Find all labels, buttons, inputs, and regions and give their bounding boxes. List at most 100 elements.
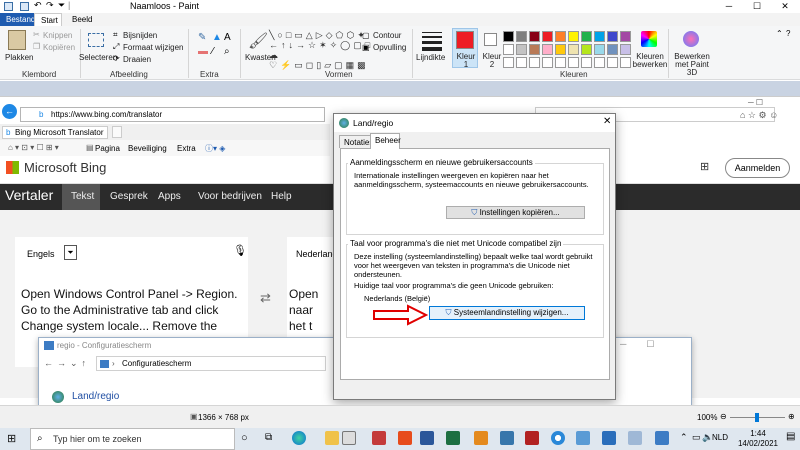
color2-swatch[interactable] — [484, 33, 497, 46]
text-tool-icon[interactable]: A — [224, 32, 231, 43]
store-icon[interactable] — [342, 431, 356, 445]
clock-time[interactable]: 1:44 — [745, 429, 771, 438]
palette-swatch-empty[interactable] — [503, 57, 514, 68]
ie-tab[interactable]: b Bing Microsoft Translator — [2, 126, 108, 139]
source-lang-dropdown[interactable]: ⏷ — [64, 245, 77, 260]
palette-swatch[interactable] — [568, 44, 579, 55]
outline-dropdown[interactable]: Contour — [373, 31, 401, 40]
new-tab-icon[interactable] — [112, 126, 122, 138]
cp-window-controls[interactable]: ─☐ — [620, 339, 674, 350]
swap-languages-icon[interactable]: ⇄ — [260, 290, 271, 306]
windows-start-icon[interactable]: ⊞ — [7, 432, 16, 445]
change-locale-button[interactable]: ⛉ Systeemlandinstelling wijzigen... — [429, 306, 585, 320]
ie-home-star-gear-icons[interactable]: ⌂ ☆ ⚙ ☺ — [740, 110, 778, 121]
cp-breadcrumb[interactable]: Configuratiescherm — [122, 359, 191, 368]
select-icon[interactable] — [88, 33, 104, 47]
rotate-icon[interactable]: ⟳ — [113, 54, 120, 63]
login-button[interactable]: Aanmelden — [725, 158, 790, 178]
palette-swatch[interactable] — [542, 31, 553, 42]
cp-item-land-regio[interactable]: Land/regio — [72, 391, 119, 402]
cut-button[interactable]: Knippen — [43, 31, 72, 40]
tab-beeld[interactable]: Beeld — [66, 13, 96, 26]
palette-swatch[interactable] — [529, 44, 540, 55]
fill-shape-icon[interactable]: ▣ — [362, 43, 370, 52]
crop-icon[interactable]: ⌗ — [113, 30, 118, 40]
office-icon[interactable] — [398, 431, 412, 445]
ie-window-controls[interactable]: ─ ☐ — [748, 98, 763, 107]
palette-swatch-empty[interactable] — [581, 57, 592, 68]
menu-pagina[interactable]: Pagina — [95, 144, 120, 153]
palette-swatch[interactable] — [542, 44, 553, 55]
nav-apps[interactable]: Apps — [158, 191, 181, 202]
excel-icon[interactable] — [446, 431, 460, 445]
ie-mode-icon[interactable]: ⊞ — [700, 160, 709, 173]
paint-taskbar-icon[interactable] — [628, 431, 642, 445]
close-button[interactable]: ✕ — [772, 0, 798, 13]
resize-button[interactable]: Formaat wijzigen — [123, 43, 183, 52]
file-explorer-icon[interactable] — [325, 431, 339, 445]
chrome-icon[interactable] — [551, 431, 565, 445]
palette-swatch[interactable] — [607, 31, 618, 42]
palette-swatch[interactable] — [594, 44, 605, 55]
address-bar[interactable]: b https://www.bing.com/translator — [20, 107, 325, 122]
tray-chevron-icon[interactable]: ⌃ — [680, 432, 688, 443]
quick-access-dropdown-icon[interactable]: ⏷ — [58, 0, 65, 11]
nav-help[interactable]: Help — [271, 191, 292, 202]
notification-icon[interactable]: ▤ — [786, 431, 795, 442]
pencil-icon[interactable]: ✎ — [198, 32, 206, 43]
edit-colors-icon[interactable] — [641, 31, 657, 47]
help-ie-icon[interactable]: ⓘ▾ ◈ — [205, 143, 225, 154]
palette-swatch-empty[interactable] — [516, 57, 527, 68]
zoom-in-button[interactable]: ⊕ — [788, 412, 795, 421]
palette-swatch[interactable] — [503, 31, 514, 42]
task-view-icon[interactable]: ⧉ — [265, 432, 272, 443]
line-width-icon[interactable] — [422, 32, 442, 51]
palette-swatch[interactable] — [516, 44, 527, 55]
palette-swatch-empty[interactable] — [555, 57, 566, 68]
app-icon-orange[interactable] — [474, 431, 488, 445]
app-icon-blue[interactable] — [500, 431, 514, 445]
word-icon[interactable] — [420, 431, 434, 445]
color-picker-icon[interactable]: ⁄ — [212, 46, 214, 57]
taskbar-search-box[interactable]: ⌕ Typ hier om te zoeken — [30, 428, 235, 450]
fill-dropdown[interactable]: Opvulling — [373, 43, 406, 52]
clock-date[interactable]: 14/02/2021 — [733, 439, 783, 448]
mic-icon[interactable]: 🎙 — [233, 244, 247, 257]
line-width-button[interactable]: Lijndikte — [416, 53, 445, 62]
nav-gesprek[interactable]: Gesprek — [110, 191, 148, 202]
bing-logo-text[interactable]: Microsoft Bing — [24, 160, 106, 175]
undo-icon[interactable]: ↶ — [34, 0, 42, 11]
home-icon[interactable]: ⌂ ▾ ⊡ ▾ ☐ ⊞ ▾ — [8, 143, 59, 152]
zoom-slider-thumb[interactable] — [755, 413, 759, 422]
cut-icon[interactable]: ✂ — [33, 30, 40, 39]
app-icon-red[interactable] — [372, 431, 386, 445]
minimize-button[interactable]: ─ — [716, 0, 742, 13]
edit-colors-button[interactable]: Kleuren bewerken — [630, 53, 670, 69]
dialog-close-button[interactable]: ✕ — [603, 116, 611, 127]
palette-swatch-empty[interactable] — [594, 57, 605, 68]
app-icon-light-blue[interactable] — [576, 431, 590, 445]
palette-swatch[interactable] — [581, 31, 592, 42]
paint3d-button[interactable]: Bewerken met Paint 3D — [670, 53, 714, 77]
palette-swatch[interactable] — [503, 44, 514, 55]
palette-swatch-empty[interactable] — [542, 57, 553, 68]
palette-swatch[interactable] — [529, 31, 540, 42]
palette-swatch[interactable] — [555, 31, 566, 42]
help-icon[interactable]: ? — [786, 29, 790, 38]
color1-swatch[interactable] — [456, 31, 474, 49]
ribbon-collapse-icon[interactable]: ⌃ — [776, 29, 783, 38]
language-indicator[interactable]: NLD — [712, 433, 728, 442]
palette-swatch[interactable] — [568, 31, 579, 42]
color-palette[interactable] — [503, 31, 635, 68]
network-icon[interactable]: ▭ — [692, 432, 701, 443]
paint3d-icon[interactable] — [683, 31, 699, 47]
nav-tekst[interactable]: Tekst — [71, 191, 94, 202]
palette-swatch[interactable] — [594, 31, 605, 42]
magnifier-icon[interactable]: ⌕ — [224, 46, 230, 57]
menu-extra[interactable]: Extra — [177, 144, 196, 153]
shapes-gallery[interactable]: ╲○□▭△▷◇⬠⬡✦ ←↑↓→☆✶✧◯▢□ ☁♡⚡▭◻▯▱▢▦▩ — [269, 30, 370, 70]
palette-swatch[interactable] — [555, 44, 566, 55]
palette-swatch-empty[interactable] — [529, 57, 540, 68]
cp-nav-arrows[interactable]: ←→⌄↑ — [44, 358, 90, 369]
paste-button[interactable]: Plakken — [5, 53, 33, 62]
